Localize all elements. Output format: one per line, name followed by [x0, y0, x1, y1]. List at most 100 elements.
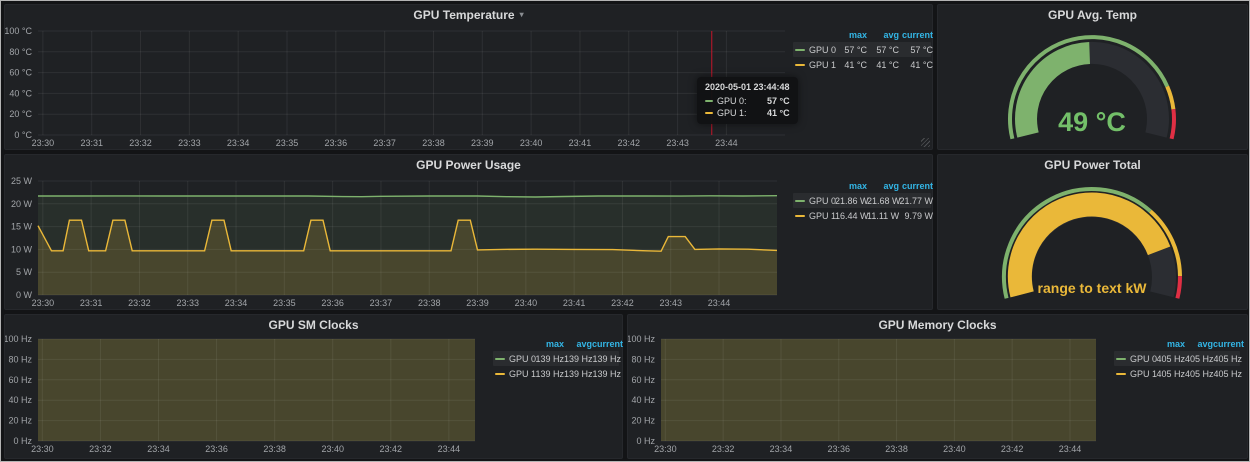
x-axis-tick-label: 23:40: [515, 298, 538, 308]
legend-header-max[interactable]: max: [535, 339, 564, 349]
legend-value: 57 °C: [867, 45, 899, 55]
y-axis-tick-label: 80 Hz: [8, 354, 32, 364]
panel-title-gpu-memory-clocks[interactable]: GPU Memory Clocks: [628, 315, 1247, 335]
y-axis-tick-label: 0 W: [16, 290, 33, 300]
legend-header-max[interactable]: max: [835, 181, 867, 191]
gpu-temperature-legend: maxavgcurrentGPU 057 °C57 °C57 °CGPU 141…: [793, 27, 931, 72]
y-axis-tick-label: 40 Hz: [631, 395, 655, 405]
panel-gpu-memory-clocks: GPU Memory Clocks 0 Hz20 Hz40 Hz60 Hz80 …: [627, 314, 1248, 459]
x-axis-tick-label: 23:38: [418, 298, 441, 308]
legend-row-gpu-0: GPU 057 °C57 °C57 °C: [793, 42, 931, 57]
y-axis-tick-label: 80 Hz: [631, 354, 655, 364]
y-axis-tick-label: 100 Hz: [628, 334, 655, 344]
legend-value: 41 °C: [835, 60, 867, 70]
y-axis-tick-label: 20 °C: [9, 109, 32, 119]
legend-header-current[interactable]: current: [899, 181, 933, 191]
gauge-threshold-2: [1172, 109, 1174, 139]
legend-value: 16.44 W: [835, 211, 867, 221]
tooltip-series-name: GPU 0:: [717, 96, 747, 106]
legend-value: 21.77 W: [899, 196, 933, 206]
panel-resize-handle[interactable]: [921, 138, 930, 147]
legend-header-current[interactable]: current: [1213, 339, 1242, 349]
legend-header-row: maxavgcurrent: [793, 178, 931, 193]
y-axis-tick-label: 60 Hz: [631, 375, 655, 385]
legend-series-toggle[interactable]: GPU 1: [795, 60, 835, 70]
tooltip-series-value: 57 °C: [757, 96, 790, 106]
x-axis-tick-label: 23:44: [715, 138, 738, 148]
legend-series-toggle[interactable]: GPU 0: [1116, 354, 1156, 364]
legend-value: 21.68 W: [867, 196, 899, 206]
legend-value: 139 Hz: [592, 369, 621, 379]
x-axis-tick-label: 23:37: [373, 138, 396, 148]
legend-series-toggle[interactable]: GPU 1: [495, 369, 535, 379]
panel-title-gpu-power-usage[interactable]: GPU Power Usage: [5, 155, 932, 175]
x-axis-tick-label: 23:35: [273, 298, 296, 308]
legend-value: 405 Hz: [1213, 369, 1242, 379]
legend-series-name: GPU 1: [809, 211, 836, 221]
legend-value: 405 Hz: [1185, 369, 1213, 379]
x-axis-tick-label: 23:34: [770, 444, 793, 454]
gauge-threshold-1: [1167, 86, 1173, 109]
series-fill-GPU 1: [661, 339, 1096, 441]
x-axis-tick-label: 23:32: [128, 298, 151, 308]
gauge-value-text: 49 °C: [1058, 107, 1126, 137]
tooltip-row: GPU 0: 57 °C: [705, 95, 790, 107]
legend-series-toggle[interactable]: GPU 0: [495, 354, 535, 364]
legend-row-gpu-1: GPU 116.44 W11.11 W9.79 W: [793, 208, 931, 223]
legend-value: 405 Hz: [1156, 369, 1185, 379]
x-axis-tick-label: 23:44: [708, 298, 731, 308]
series-color-dash-icon: [795, 49, 805, 51]
legend-header-max[interactable]: max: [1156, 339, 1185, 349]
x-axis-tick-label: 23:34: [147, 444, 170, 454]
tooltip-series-name: GPU 1:: [717, 108, 747, 118]
y-axis-tick-label: 10 W: [11, 244, 33, 254]
x-axis-tick-label: 23:42: [617, 138, 640, 148]
panel-title-gpu-power-total[interactable]: GPU Power Total: [938, 155, 1247, 175]
legend-series-toggle[interactable]: GPU 1: [1116, 369, 1156, 379]
gpu-power-total-gauge: range to text kW: [938, 155, 1247, 309]
panel-title-gpu-sm-clocks[interactable]: GPU SM Clocks: [5, 315, 622, 335]
tooltip-row: GPU 1:41 °C: [705, 107, 790, 119]
x-axis-tick-label: 23:36: [827, 444, 850, 454]
x-axis-tick-label: 23:42: [611, 298, 634, 308]
legend-header-avg[interactable]: avg: [867, 181, 899, 191]
x-axis-tick-label: 23:40: [321, 444, 344, 454]
x-axis-tick-label: 23:31: [80, 138, 103, 148]
legend-header-avg[interactable]: avg: [564, 339, 592, 349]
y-axis-tick-label: 60 °C: [9, 68, 32, 78]
x-axis-tick-label: 23:38: [885, 444, 908, 454]
series-color-dash-icon: [705, 112, 713, 114]
legend-series-toggle[interactable]: GPU 0: [795, 45, 835, 55]
legend-header-max[interactable]: max: [835, 30, 867, 40]
series-color-dash-icon: [1116, 373, 1126, 375]
panel-title-gpu-avg-temp[interactable]: GPU Avg. Temp: [938, 5, 1247, 25]
x-axis-tick-label: 23:40: [943, 444, 966, 454]
gpu-power-usage-legend: maxavgcurrentGPU 021.86 W21.68 W21.77 WG…: [793, 178, 931, 223]
x-axis-tick-label: 23:38: [263, 444, 286, 454]
y-axis-tick-label: 25 W: [11, 176, 33, 186]
panel-title-text: GPU Power Usage: [416, 158, 521, 172]
y-axis-tick-label: 5 W: [16, 267, 33, 277]
legend-header-current[interactable]: current: [899, 30, 933, 40]
legend-header-current[interactable]: current: [592, 339, 621, 349]
legend-row-gpu-1: GPU 1139 Hz139 Hz139 Hz: [493, 366, 619, 381]
series-color-dash-icon: [795, 64, 805, 66]
legend-series-toggle[interactable]: GPU 1: [795, 211, 835, 221]
legend-series-toggle[interactable]: GPU 0: [795, 196, 835, 206]
x-axis-tick-label: 23:32: [89, 444, 112, 454]
x-axis-tick-label: 23:44: [438, 444, 461, 454]
y-axis-tick-label: 80 °C: [9, 47, 32, 57]
series-color-dash-icon: [1116, 358, 1126, 360]
legend-value: 9.79 W: [899, 211, 933, 221]
panel-title-gpu-temperature[interactable]: GPU Temperature▾: [5, 5, 932, 25]
legend-value: 139 Hz: [592, 354, 621, 364]
series-color-dash-icon: [705, 100, 713, 102]
legend-header-avg[interactable]: avg: [867, 30, 899, 40]
x-axis-tick-label: 23:30: [32, 138, 55, 148]
legend-header-avg[interactable]: avg: [1185, 339, 1213, 349]
x-axis-tick-label: 23:35: [276, 138, 299, 148]
legend-row-gpu-1: GPU 1405 Hz405 Hz405 Hz: [1114, 366, 1240, 381]
x-axis-tick-label: 23:41: [563, 298, 586, 308]
legend-value: 139 Hz: [535, 354, 564, 364]
panel-title-text: GPU SM Clocks: [268, 318, 358, 332]
